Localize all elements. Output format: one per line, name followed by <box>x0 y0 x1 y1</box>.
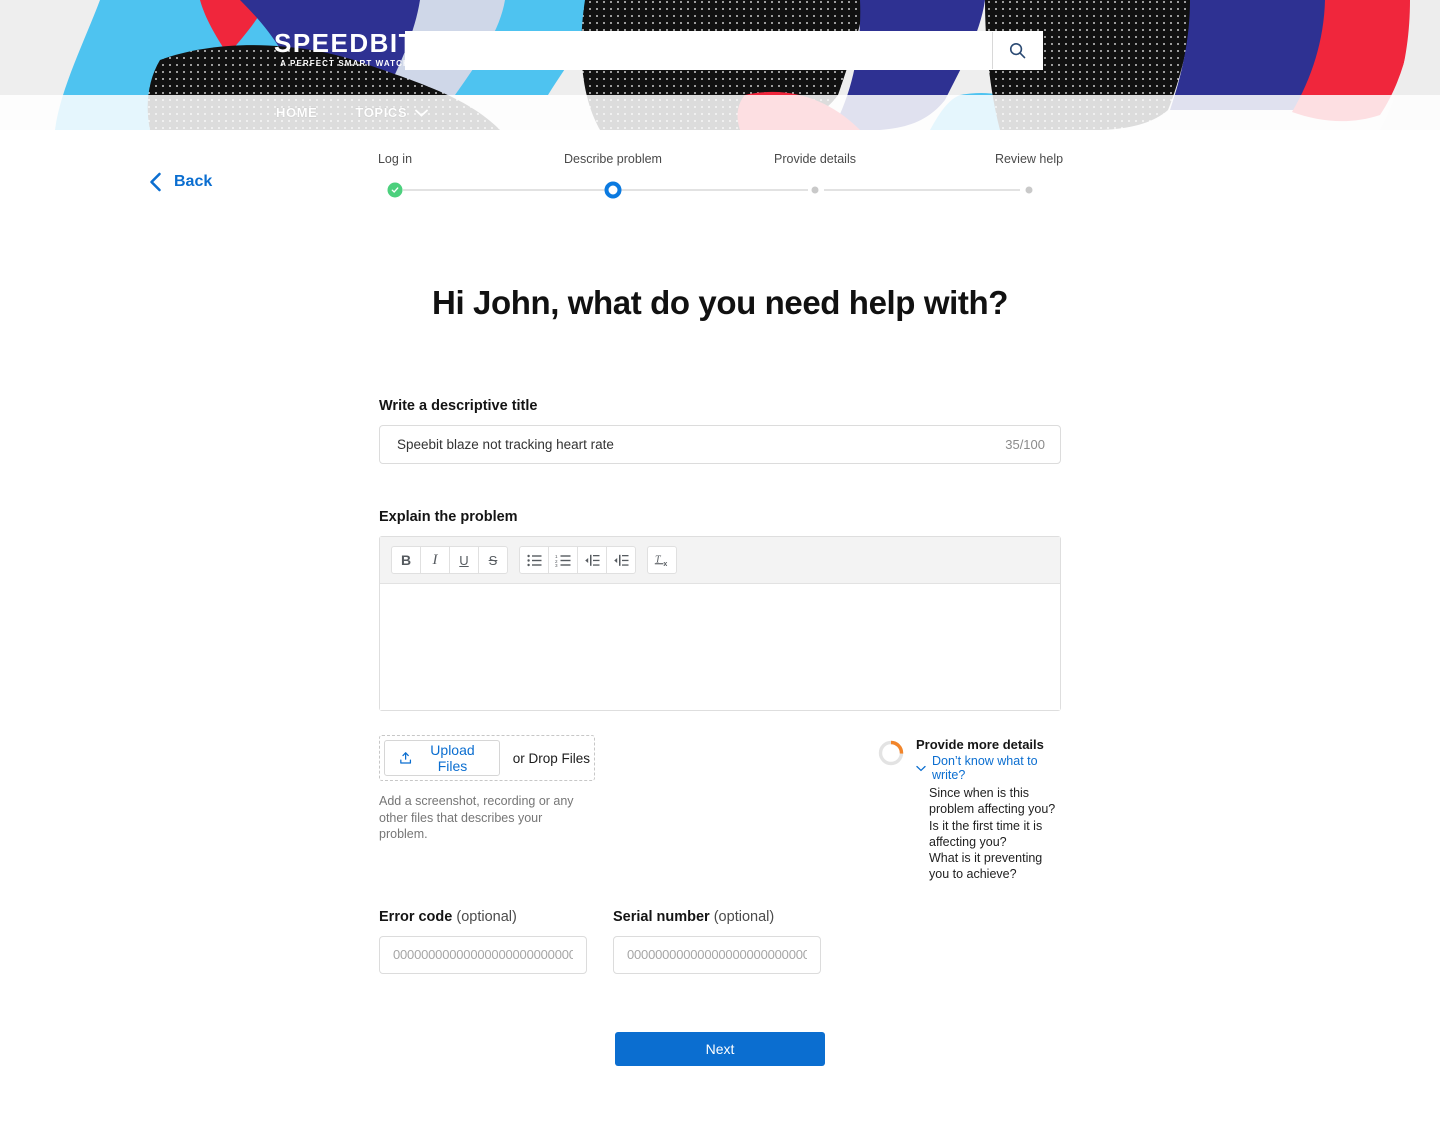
hint-question: Is it the first time it is affecting you… <box>929 818 1043 849</box>
search-icon <box>1009 42 1026 59</box>
nav-item-topics[interactable]: TOPICS <box>355 105 429 120</box>
step-dot-describe[interactable] <box>604 181 622 199</box>
bulleted-list-button[interactable] <box>519 546 549 574</box>
progress-stepper: Log in Describe problem Provide details … <box>377 152 1077 202</box>
upload-files-button[interactable]: Upload Files <box>384 740 500 776</box>
site-search <box>405 31 1043 70</box>
track-segment-2 <box>619 189 808 191</box>
toolbar-group-lists: 1 2 3 <box>519 546 636 574</box>
progress-ring-icon <box>878 740 904 766</box>
file-dropzone[interactable]: Upload Files or Drop Files <box>379 735 595 781</box>
chevron-left-icon <box>150 172 161 192</box>
step-label-review: Review help <box>994 152 1064 166</box>
upload-files-label: Upload Files <box>430 742 475 774</box>
bold-button[interactable]: B <box>391 546 421 574</box>
error-code-optional-text: (optional) <box>452 908 517 925</box>
underline-icon: U <box>459 552 469 568</box>
help-request-form: Write a descriptive title 35/100 Explain… <box>379 398 1061 1066</box>
editor-toolbar: B I U S 1 2 3 T x <box>380 537 1060 584</box>
search-button[interactable] <box>992 32 1042 69</box>
bulleted-list-icon <box>526 554 541 566</box>
chevron-down-icon <box>916 765 926 771</box>
more-details-title: Provide more details <box>916 737 1044 752</box>
problem-field-label: Explain the problem <box>379 509 518 525</box>
title-field: 35/100 <box>379 425 1061 464</box>
next-button[interactable]: Next <box>615 1031 825 1066</box>
step-label-login: Log in <box>377 152 413 166</box>
nav-item-label: HOME <box>276 105 318 120</box>
search-input[interactable] <box>406 32 992 69</box>
problem-textarea[interactable] <box>380 584 1060 710</box>
error-code-label: Error code (optional) <box>379 909 587 925</box>
step-label-describe: Describe problem <box>564 152 662 166</box>
drop-files-text: or Drop Files <box>512 750 590 766</box>
serial-number-input[interactable] <box>613 935 821 974</box>
track-segment-3 <box>824 189 1020 191</box>
outdent-button[interactable] <box>577 546 607 574</box>
underline-button[interactable]: U <box>449 546 479 574</box>
step-dot-review[interactable] <box>1025 186 1033 194</box>
more-details-panel: Provide more details Don’t know what to … <box>877 737 1061 883</box>
nav-item-home[interactable]: HOME <box>276 105 317 120</box>
error-code-label-text: Error code <box>379 908 453 925</box>
step-dot-provide[interactable] <box>811 186 819 194</box>
italic-icon: I <box>432 551 438 568</box>
track-segment-1 <box>403 189 606 191</box>
main-nav: HOME TOPICS <box>0 95 1440 130</box>
attachment-section: Upload Files or Drop Files Add a screens… <box>379 735 1061 881</box>
title-input[interactable] <box>395 436 996 453</box>
back-button[interactable]: Back <box>148 172 212 192</box>
hint-question: What is it preventing you to achieve? <box>929 851 1043 882</box>
site-header: SPEEDBIT A PERFECT SMART WATCH HOME TOPI… <box>0 0 1440 130</box>
remove-format-icon: T x <box>654 555 667 567</box>
page-title: Hi John, what do you need help with? <box>432 284 1008 321</box>
toolbar-group-text-style: B I U S <box>391 546 508 574</box>
problem-editor: B I U S 1 2 3 T x <box>379 536 1061 711</box>
toolbar-group-remove-format: T x <box>647 546 677 574</box>
bold-icon: B <box>400 552 412 568</box>
error-code-field: Error code (optional) <box>379 909 587 974</box>
step-dot-login[interactable] <box>387 182 403 198</box>
strikethrough-icon: S <box>488 552 498 568</box>
nav-item-label: TOPICS <box>355 105 408 120</box>
current-step-indicator <box>604 181 622 199</box>
hint-question: Since when is this problem affecting you… <box>929 786 1056 817</box>
serial-number-optional-text: (optional) <box>709 908 775 925</box>
serial-number-field: Serial number (optional) <box>613 909 821 974</box>
error-code-input[interactable] <box>379 935 587 974</box>
form-actions: Next <box>379 1031 1061 1066</box>
indent-icon <box>614 554 629 566</box>
title-field-label: Write a descriptive title <box>379 398 538 414</box>
back-label: Back <box>174 173 213 190</box>
italic-button[interactable]: I <box>420 546 450 574</box>
serial-number-label-text: Serial number <box>613 908 710 925</box>
svg-text:3: 3 <box>555 563 558 567</box>
indent-button[interactable] <box>606 546 636 574</box>
numbered-list-icon: 1 2 3 <box>555 554 571 567</box>
stepper-track <box>377 178 1077 202</box>
pending-step-indicator <box>811 186 819 194</box>
svg-text:x: x <box>663 561 667 567</box>
upload-help-text: Add a screenshot, recording or any other… <box>379 794 574 841</box>
optional-fields-row: Error code (optional) Serial number (opt… <box>379 909 1061 974</box>
character-counter: 35/100 <box>1005 437 1045 452</box>
chevron-down-icon <box>415 109 429 117</box>
progress-header: Back Log in Describe problem Provide det… <box>0 152 1440 222</box>
toggle-label: Don’t know what to write? <box>931 754 1038 782</box>
numbered-list-button[interactable]: 1 2 3 <box>548 546 578 574</box>
step-label-provide: Provide details <box>774 152 856 166</box>
hint-questions-list: Since when is this problem affecting you… <box>916 785 1061 883</box>
pending-step-indicator <box>1025 186 1033 194</box>
strikethrough-button[interactable]: S <box>478 546 508 574</box>
outdent-icon <box>585 554 600 566</box>
upload-icon <box>400 752 412 764</box>
remove-format-button[interactable]: T x <box>647 546 677 574</box>
check-icon <box>387 182 403 198</box>
stepper-labels: Log in Describe problem Provide details … <box>377 152 1077 174</box>
dont-know-what-to-write-toggle[interactable]: Don’t know what to write? <box>916 754 1061 782</box>
serial-number-label: Serial number (optional) <box>613 909 821 925</box>
